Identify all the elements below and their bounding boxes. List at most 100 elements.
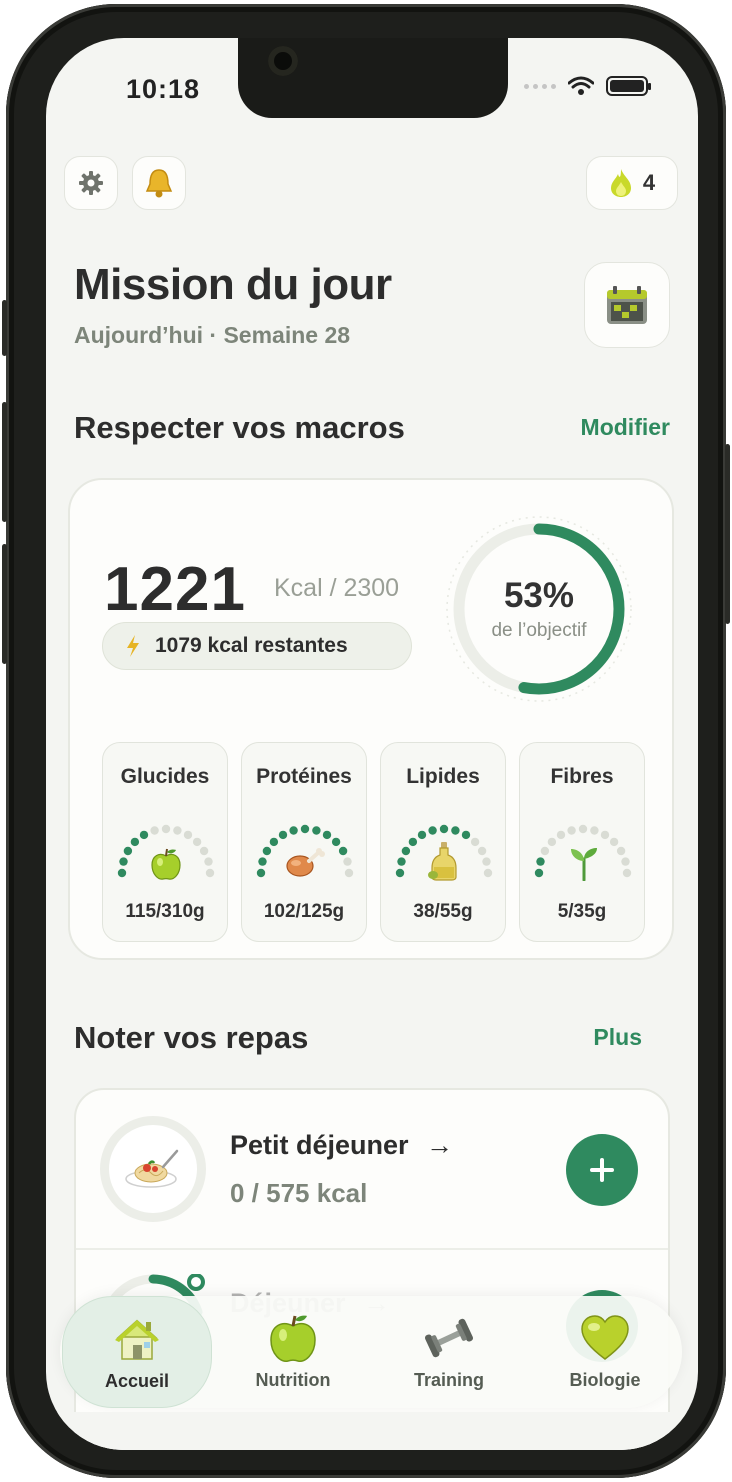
macro-tile-lipides[interactable]: Lipides 38/55g (380, 742, 506, 942)
volume-up-button (2, 402, 7, 522)
gauge-dot (567, 826, 576, 835)
more-meals-link[interactable]: Plus (593, 1024, 642, 1051)
gauge-dot (344, 868, 354, 878)
macro-name: Fibres (550, 765, 614, 788)
gauge-dot (534, 868, 544, 878)
apple-icon (270, 1315, 316, 1362)
macro-tile-proteines[interactable]: Protéines 102/125g (241, 742, 367, 942)
signal-dots (524, 83, 556, 89)
apple-icon (151, 848, 181, 880)
meals-section-title: Noter vos repas (74, 1020, 309, 1055)
gauge-dot (590, 826, 599, 835)
gauge-dot (616, 846, 626, 856)
gauge-dot (173, 826, 182, 835)
nav-training[interactable]: Training (374, 1296, 524, 1408)
gauge-dot (205, 868, 215, 878)
nav-label: Nutrition (255, 1370, 331, 1390)
gauge-dot (192, 837, 202, 847)
gauge-dot (428, 826, 437, 835)
heart-icon (581, 1315, 629, 1360)
gauge-dot (483, 868, 493, 878)
nav-label: Biologie (569, 1370, 641, 1390)
nav-label: Accueil (104, 1371, 170, 1391)
macro-name: Protéines (256, 765, 352, 788)
gear-icon (79, 171, 103, 195)
gauge-dot (262, 846, 272, 856)
gauge-dot (139, 830, 149, 840)
macro-name: Lipides (406, 765, 480, 788)
gauge-dot (338, 846, 348, 856)
add-breakfast-button[interactable] (566, 1134, 638, 1206)
gauge-dot (451, 826, 460, 835)
chicken-leg-icon (286, 848, 325, 877)
calorie-progress-ring: 53% de l’objectif (444, 514, 634, 704)
flame-icon (610, 169, 631, 197)
nav-biologie[interactable]: Biologie (530, 1296, 680, 1408)
macro-gauge (253, 817, 357, 887)
macro-value: 5/35g (557, 901, 607, 922)
lightning-icon (127, 635, 139, 657)
bottom-nav: Accueil Nutrition Training Biologie (60, 1296, 682, 1408)
screen-bottom (46, 1412, 698, 1450)
gauge-dot (408, 837, 418, 847)
meal-name: Petit déjeuner (230, 1130, 409, 1160)
macro-gauge (114, 817, 218, 887)
nav-label: Training (413, 1370, 484, 1390)
settings-button[interactable] (64, 156, 118, 210)
remaining-calories-pill: 1079 kcal restantes (102, 622, 412, 670)
nav-nutrition[interactable]: Nutrition (218, 1296, 368, 1408)
gauge-dot (439, 824, 449, 834)
gauge-dot (269, 837, 279, 847)
nav-home[interactable]: Accueil (62, 1296, 212, 1408)
gauge-dot (199, 846, 209, 856)
gauge-dot (117, 868, 127, 878)
macro-tile-fibres[interactable]: Fibres 5/35g (519, 742, 645, 942)
macro-gauge (531, 817, 635, 887)
gauge-dot (461, 830, 471, 840)
macro-name: Glucides (120, 765, 210, 788)
calendar-icon (607, 286, 647, 324)
gauge-dot (600, 830, 610, 840)
gauge-dot (278, 830, 288, 840)
calories-consumed: 1221 (104, 555, 246, 624)
ring-label: de l’objectif (491, 620, 587, 641)
page-title: Mission du jour (74, 260, 392, 309)
gauge-dot (183, 830, 193, 840)
meal-row-breakfast[interactable]: Petit déjeuner → (230, 1130, 453, 1161)
macro-value: 115/310g (125, 901, 205, 922)
pasta-plate-icon (125, 1149, 179, 1188)
gauge-dot (312, 826, 321, 835)
macro-gauge (392, 817, 496, 887)
ring-percent: 53% (503, 576, 575, 615)
edit-macros-link[interactable]: Modifier (581, 414, 670, 441)
gauge-dot (289, 826, 298, 835)
notifications-button[interactable] (132, 156, 186, 210)
gauge-dot (470, 837, 480, 847)
calories-goal: Kcal / 2300 (274, 574, 400, 602)
gauge-dot (130, 837, 140, 847)
streak-count: 4 (642, 170, 656, 195)
gauge-dot (482, 857, 491, 866)
macro-tile-glucides[interactable]: Glucides 115/310g (102, 742, 228, 942)
macro-value: 38/55g (413, 901, 473, 922)
gauge-dot (540, 846, 550, 856)
dumbbell-icon (424, 1318, 474, 1358)
gauge-dot (161, 824, 171, 834)
calendar-button[interactable] (584, 262, 670, 348)
volume-down-button (2, 544, 7, 664)
gauge-dot (300, 824, 310, 834)
power-button (725, 444, 730, 624)
gauge-dot (477, 846, 487, 856)
macros-section-title: Respecter vos macros (74, 410, 405, 445)
streak-badge[interactable]: 4 (586, 156, 678, 210)
gauge-dot (622, 868, 632, 878)
gauge-dot (536, 857, 545, 866)
gauge-dot (578, 824, 588, 834)
status-icons (524, 76, 651, 96)
wifi-icon (568, 76, 594, 95)
gauge-dot (556, 830, 566, 840)
battery-icon (606, 76, 651, 96)
bell-icon (145, 169, 173, 198)
gauge-dot (417, 830, 427, 840)
status-time: 10:18 (126, 74, 201, 104)
